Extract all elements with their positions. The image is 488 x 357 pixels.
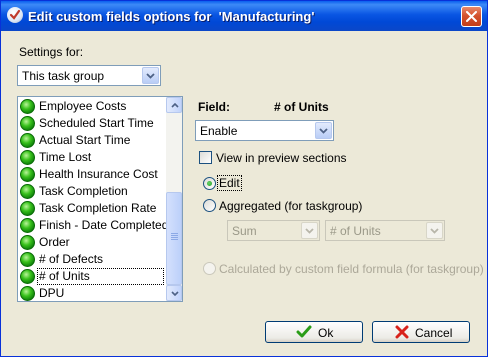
close-button[interactable] bbox=[461, 6, 482, 27]
list-item-label: # of Defects bbox=[39, 252, 104, 266]
field-name: # of Units bbox=[274, 100, 329, 114]
chevron-down-icon bbox=[426, 222, 443, 239]
list-item-label: Time Lost bbox=[39, 150, 92, 164]
ok-button-label: Ok bbox=[318, 326, 334, 340]
window-title: Edit custom fields options for 'Manufact… bbox=[28, 9, 315, 24]
custom-field-list[interactable]: Employee Costs Scheduled Start Time Actual… bbox=[17, 96, 183, 302]
green-status-icon bbox=[20, 269, 35, 284]
list-item[interactable]: Employee Costs bbox=[19, 98, 165, 115]
green-status-icon bbox=[20, 167, 35, 182]
list-item-label: Health Insurance Cost bbox=[39, 167, 158, 181]
green-status-icon bbox=[20, 235, 35, 250]
scroll-thumb[interactable] bbox=[166, 192, 182, 285]
green-status-icon bbox=[20, 116, 35, 131]
aggregate-function-value: Sum bbox=[232, 224, 257, 238]
view-in-preview-label[interactable]: View in preview sections bbox=[216, 151, 347, 165]
cancel-button[interactable]: Cancel bbox=[372, 321, 470, 343]
settings-for-value: This task group bbox=[22, 69, 105, 83]
chevron-down-icon bbox=[171, 291, 179, 296]
ok-button[interactable]: Ok bbox=[265, 321, 363, 343]
close-icon bbox=[466, 11, 477, 22]
settings-for-select[interactable]: This task group bbox=[17, 65, 161, 86]
green-status-icon bbox=[20, 286, 35, 301]
green-status-icon bbox=[20, 201, 35, 216]
field-mode-value: Enable bbox=[200, 124, 238, 138]
list-item[interactable]: Order bbox=[19, 234, 165, 251]
chevron-up-icon bbox=[171, 103, 179, 108]
list-item[interactable]: Actual Start Time bbox=[19, 132, 165, 149]
list-item[interactable]: Task Completion Rate bbox=[19, 200, 165, 217]
scroll-down-button[interactable] bbox=[166, 285, 182, 301]
list-item-label: Finish - Date Completed bbox=[39, 218, 169, 232]
green-status-icon bbox=[20, 218, 35, 233]
green-status-icon bbox=[20, 99, 35, 114]
calculated-radio-label: Calculated by custom field formula (for … bbox=[219, 262, 484, 276]
aggregate-field-select: # of Units bbox=[325, 220, 445, 241]
list-item[interactable]: Health Insurance Cost bbox=[19, 166, 165, 183]
list-item-label: Order bbox=[39, 235, 70, 249]
chevron-down-icon bbox=[301, 222, 318, 239]
edit-radio-label-wrap[interactable]: Edit bbox=[217, 175, 242, 191]
green-status-icon bbox=[20, 150, 35, 165]
list-item[interactable]: # of Units bbox=[19, 268, 165, 285]
aggregate-function-select: Sum bbox=[227, 220, 320, 241]
list-item-label: # of Units bbox=[37, 268, 164, 285]
list-item-label: DPU bbox=[39, 286, 65, 300]
list-scrollbar[interactable] bbox=[166, 97, 182, 301]
title-bar[interactable]: Edit custom fields options for 'Manufact… bbox=[1, 1, 487, 31]
list-item[interactable]: Finish - Date Completed bbox=[19, 217, 169, 234]
list-item[interactable]: DPU bbox=[19, 285, 165, 301]
green-status-icon bbox=[20, 184, 35, 199]
list-item[interactable]: Scheduled Start Time bbox=[19, 115, 165, 132]
aggregated-radio-label[interactable]: Aggregated (for taskgroup) bbox=[219, 199, 362, 213]
edit-radio[interactable] bbox=[203, 177, 216, 190]
view-in-preview-checkbox[interactable] bbox=[199, 151, 212, 164]
app-check-icon bbox=[7, 7, 23, 23]
cancel-x-icon bbox=[395, 325, 409, 339]
list-item[interactable]: # of Defects bbox=[19, 251, 165, 268]
list-item-label: Scheduled Start Time bbox=[39, 116, 154, 130]
check-icon bbox=[296, 325, 312, 338]
cancel-button-label: Cancel bbox=[415, 326, 453, 340]
calculated-radio bbox=[203, 262, 216, 275]
field-mode-select[interactable]: Enable bbox=[195, 120, 334, 141]
aggregated-radio[interactable] bbox=[203, 199, 216, 212]
edit-radio-label[interactable]: Edit bbox=[217, 175, 242, 191]
list-item[interactable]: Time Lost bbox=[19, 149, 165, 166]
chevron-down-icon[interactable] bbox=[142, 67, 159, 84]
chevron-down-icon[interactable] bbox=[315, 122, 332, 139]
list-item-label: Actual Start Time bbox=[39, 133, 131, 147]
list-item-label: Task Completion bbox=[39, 184, 128, 198]
green-status-icon bbox=[20, 133, 35, 148]
green-status-icon bbox=[20, 252, 35, 267]
aggregate-field-value: # of Units bbox=[330, 224, 381, 238]
settings-for-label: Settings for: bbox=[19, 45, 84, 59]
list-item[interactable]: Task Completion bbox=[19, 183, 165, 200]
list-item-label: Task Completion Rate bbox=[39, 201, 157, 215]
dialog-window: Edit custom fields options for 'Manufact… bbox=[0, 0, 488, 357]
scroll-up-button[interactable] bbox=[166, 97, 182, 113]
field-label: Field: bbox=[198, 100, 230, 114]
list-item-label: Employee Costs bbox=[39, 99, 127, 113]
